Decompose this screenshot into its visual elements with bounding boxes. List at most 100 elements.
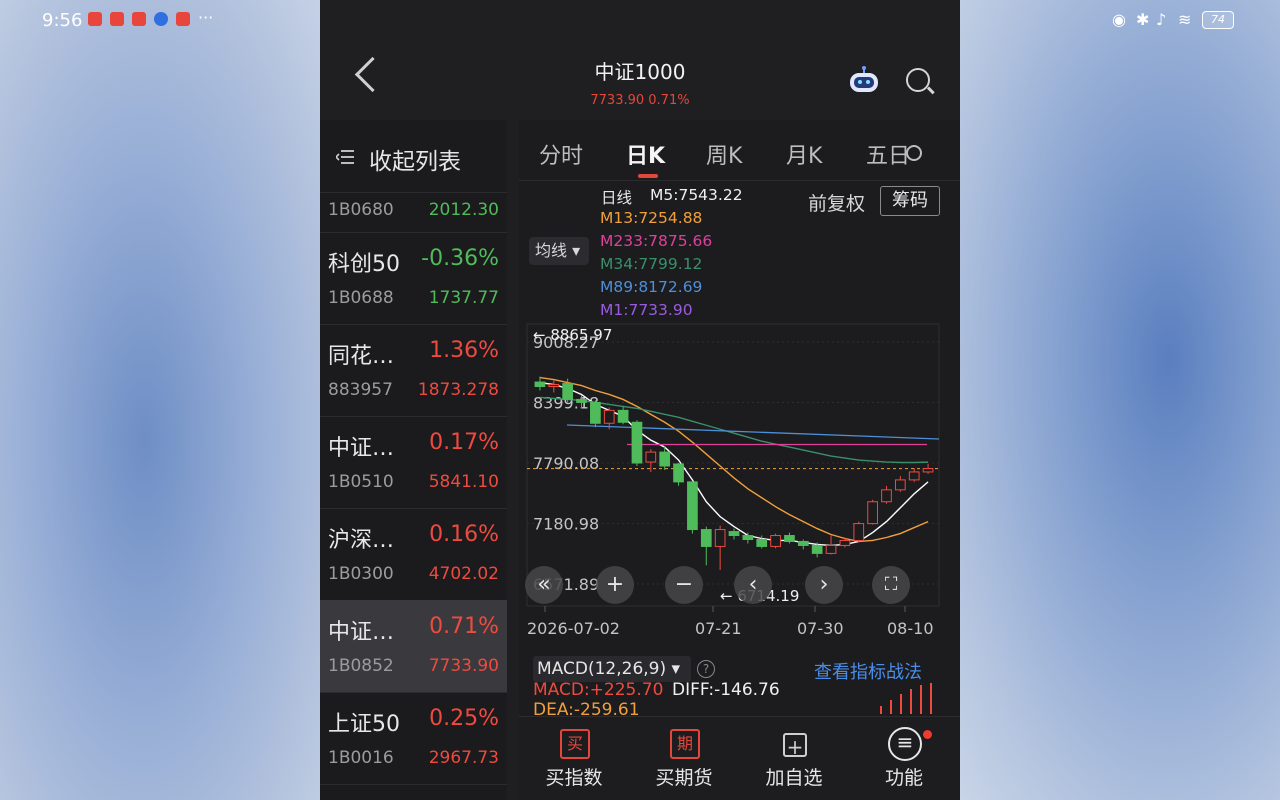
bottom-action-bar: 买 买指数 期 买期货 + 加自选 ≡ 功能 (519, 716, 960, 800)
candle (756, 538, 768, 547)
item-name: 科创50 (328, 252, 400, 277)
add-watchlist-button[interactable]: + 加自选 (739, 717, 849, 800)
list-item[interactable]: 沪深… 0.16% 1B0300 4702.02 (320, 508, 507, 601)
notification-icon (176, 12, 190, 26)
collapse-list-button[interactable]: 收起列表 (320, 120, 507, 193)
candle (922, 468, 934, 473)
x-tick-label: 07-30 (797, 619, 844, 638)
list-item-active[interactable]: 中证… 0.71% 1B0852 7733.90 (320, 600, 507, 693)
wifi-icon: ≋ (1178, 10, 1192, 29)
rewind-button[interactable]: « (525, 566, 563, 604)
notification-icon (88, 12, 102, 26)
status-bar: 9:56 ··· ◉ ✱ ♪ ≋ 74 (0, 0, 1280, 40)
item-name: 沪深… (328, 528, 395, 553)
add-icon: + (783, 733, 807, 759)
item-code: 1B0852 (328, 656, 394, 676)
candle (839, 539, 851, 546)
zoom-in-button[interactable]: + (596, 566, 634, 604)
fullscreen-button[interactable]: ⛶ (872, 566, 910, 604)
ma-m89: M89:8172.69 (600, 278, 703, 296)
x-tick-label: 07-21 (695, 619, 742, 638)
battery-icon: 74 (1202, 11, 1234, 29)
help-icon[interactable]: ? (697, 660, 715, 678)
candle (687, 481, 698, 531)
buy-index-button[interactable]: 买 买指数 (519, 717, 629, 800)
item-change-pct: 1.36% (429, 338, 499, 363)
macd-value: MACD:+225.70 (533, 680, 664, 700)
notification-icon (110, 12, 124, 26)
zoom-out-button[interactable]: − (665, 566, 703, 604)
item-name: 中证… (328, 620, 395, 645)
item-change-pct: 0.71% (429, 614, 499, 639)
candle (867, 501, 878, 525)
ma-m1: M1:7733.90 (600, 301, 693, 319)
item-price: 1737.77 (428, 288, 499, 308)
ma-m233: M233:7875.66 (600, 232, 713, 250)
active-tab-indicator (638, 174, 658, 178)
item-change-pct: 0.25% (429, 706, 499, 731)
candle (534, 381, 546, 388)
next-button[interactable]: › (805, 566, 843, 604)
notification-dot (923, 730, 932, 739)
candle (700, 529, 712, 547)
candle (825, 544, 837, 554)
clock: 9:56 (42, 10, 83, 31)
item-name: 中证… (328, 436, 395, 461)
wallpaper-right (960, 0, 1280, 800)
bluetooth-icon: ✱ (1136, 10, 1150, 29)
chart-panel: 分时 日K 周K 月K 五日 日线 M5:7543.22 M13:7254.88… (519, 120, 960, 720)
candle (797, 540, 809, 546)
candle (853, 523, 865, 541)
mute-bell-icon: ♪ (1156, 10, 1167, 29)
high-marker: ← 8865.97 (533, 326, 612, 344)
candle (714, 529, 726, 547)
tab-settings-icon[interactable] (906, 145, 922, 161)
candle (590, 401, 601, 424)
chip-distribution-button[interactable]: 筹码 (880, 186, 940, 216)
candle (659, 451, 671, 467)
candle (673, 463, 684, 483)
indicator-select-label: 均线 (535, 241, 568, 260)
list-item[interactable]: 上证50 0.25% 1B0016 2967.73 (320, 692, 507, 785)
tab-monthly[interactable]: 月K (786, 138, 822, 170)
x-tick-label: 2026-07-02 (527, 619, 620, 638)
notification-icon (132, 12, 146, 26)
item-change-pct: 0.16% (429, 522, 499, 547)
search-icon[interactable] (906, 68, 930, 92)
x-tick-label: 08-10 (887, 619, 934, 638)
buy-icon: 买 (560, 729, 590, 759)
indicator-select[interactable]: 均线 ▾ (529, 237, 589, 265)
item-change-pct: -0.36% (421, 246, 499, 271)
item-code: 1B0510 (328, 472, 394, 492)
tab-five-day[interactable]: 五日 (866, 138, 910, 170)
list-item[interactable]: 同花… 1.36% 883957 1873.278 (320, 324, 507, 417)
item-name: 上证50 (328, 712, 400, 737)
ma-m34: M34:7799.12 (600, 255, 703, 273)
candle (576, 398, 587, 403)
list-item[interactable]: 中证… 0.17% 1B0510 5841.10 (320, 416, 507, 509)
functions-button[interactable]: ≡ 功能 (849, 717, 959, 800)
item-code: 1B0688 (328, 288, 394, 308)
buy-futures-button[interactable]: 期 买期货 (629, 717, 739, 800)
adjust-mode[interactable]: 前复权 (808, 189, 865, 216)
tab-daily[interactable]: 日K (626, 138, 665, 170)
prev-button[interactable]: ‹ (734, 566, 772, 604)
candle (770, 535, 781, 547)
tab-weekly[interactable]: 周K (706, 138, 742, 170)
candle (784, 535, 795, 542)
candle (811, 544, 823, 554)
tab-intraday[interactable]: 分时 (539, 138, 583, 170)
candle (728, 531, 740, 537)
y-tick-label: 7180.98 (533, 515, 599, 534)
item-name: 同花… (328, 344, 395, 369)
item-code: 1B0300 (328, 564, 394, 584)
macd-indicator-select[interactable]: MACD(12,26,9) ▾ (533, 656, 691, 682)
list-item[interactable]: 科创50 -0.36% 1B0688 1737.77 (320, 232, 507, 325)
buy-index-label: 买指数 (545, 767, 603, 789)
futures-icon: 期 (670, 729, 700, 759)
add-watchlist-label: 加自选 (765, 767, 823, 789)
list-item[interactable]: 1B0680 2012.30 (320, 192, 507, 233)
robot-assistant-icon[interactable] (848, 66, 880, 94)
ma-line-m89 (566, 424, 940, 440)
buy-futures-label: 买期货 (655, 767, 713, 789)
